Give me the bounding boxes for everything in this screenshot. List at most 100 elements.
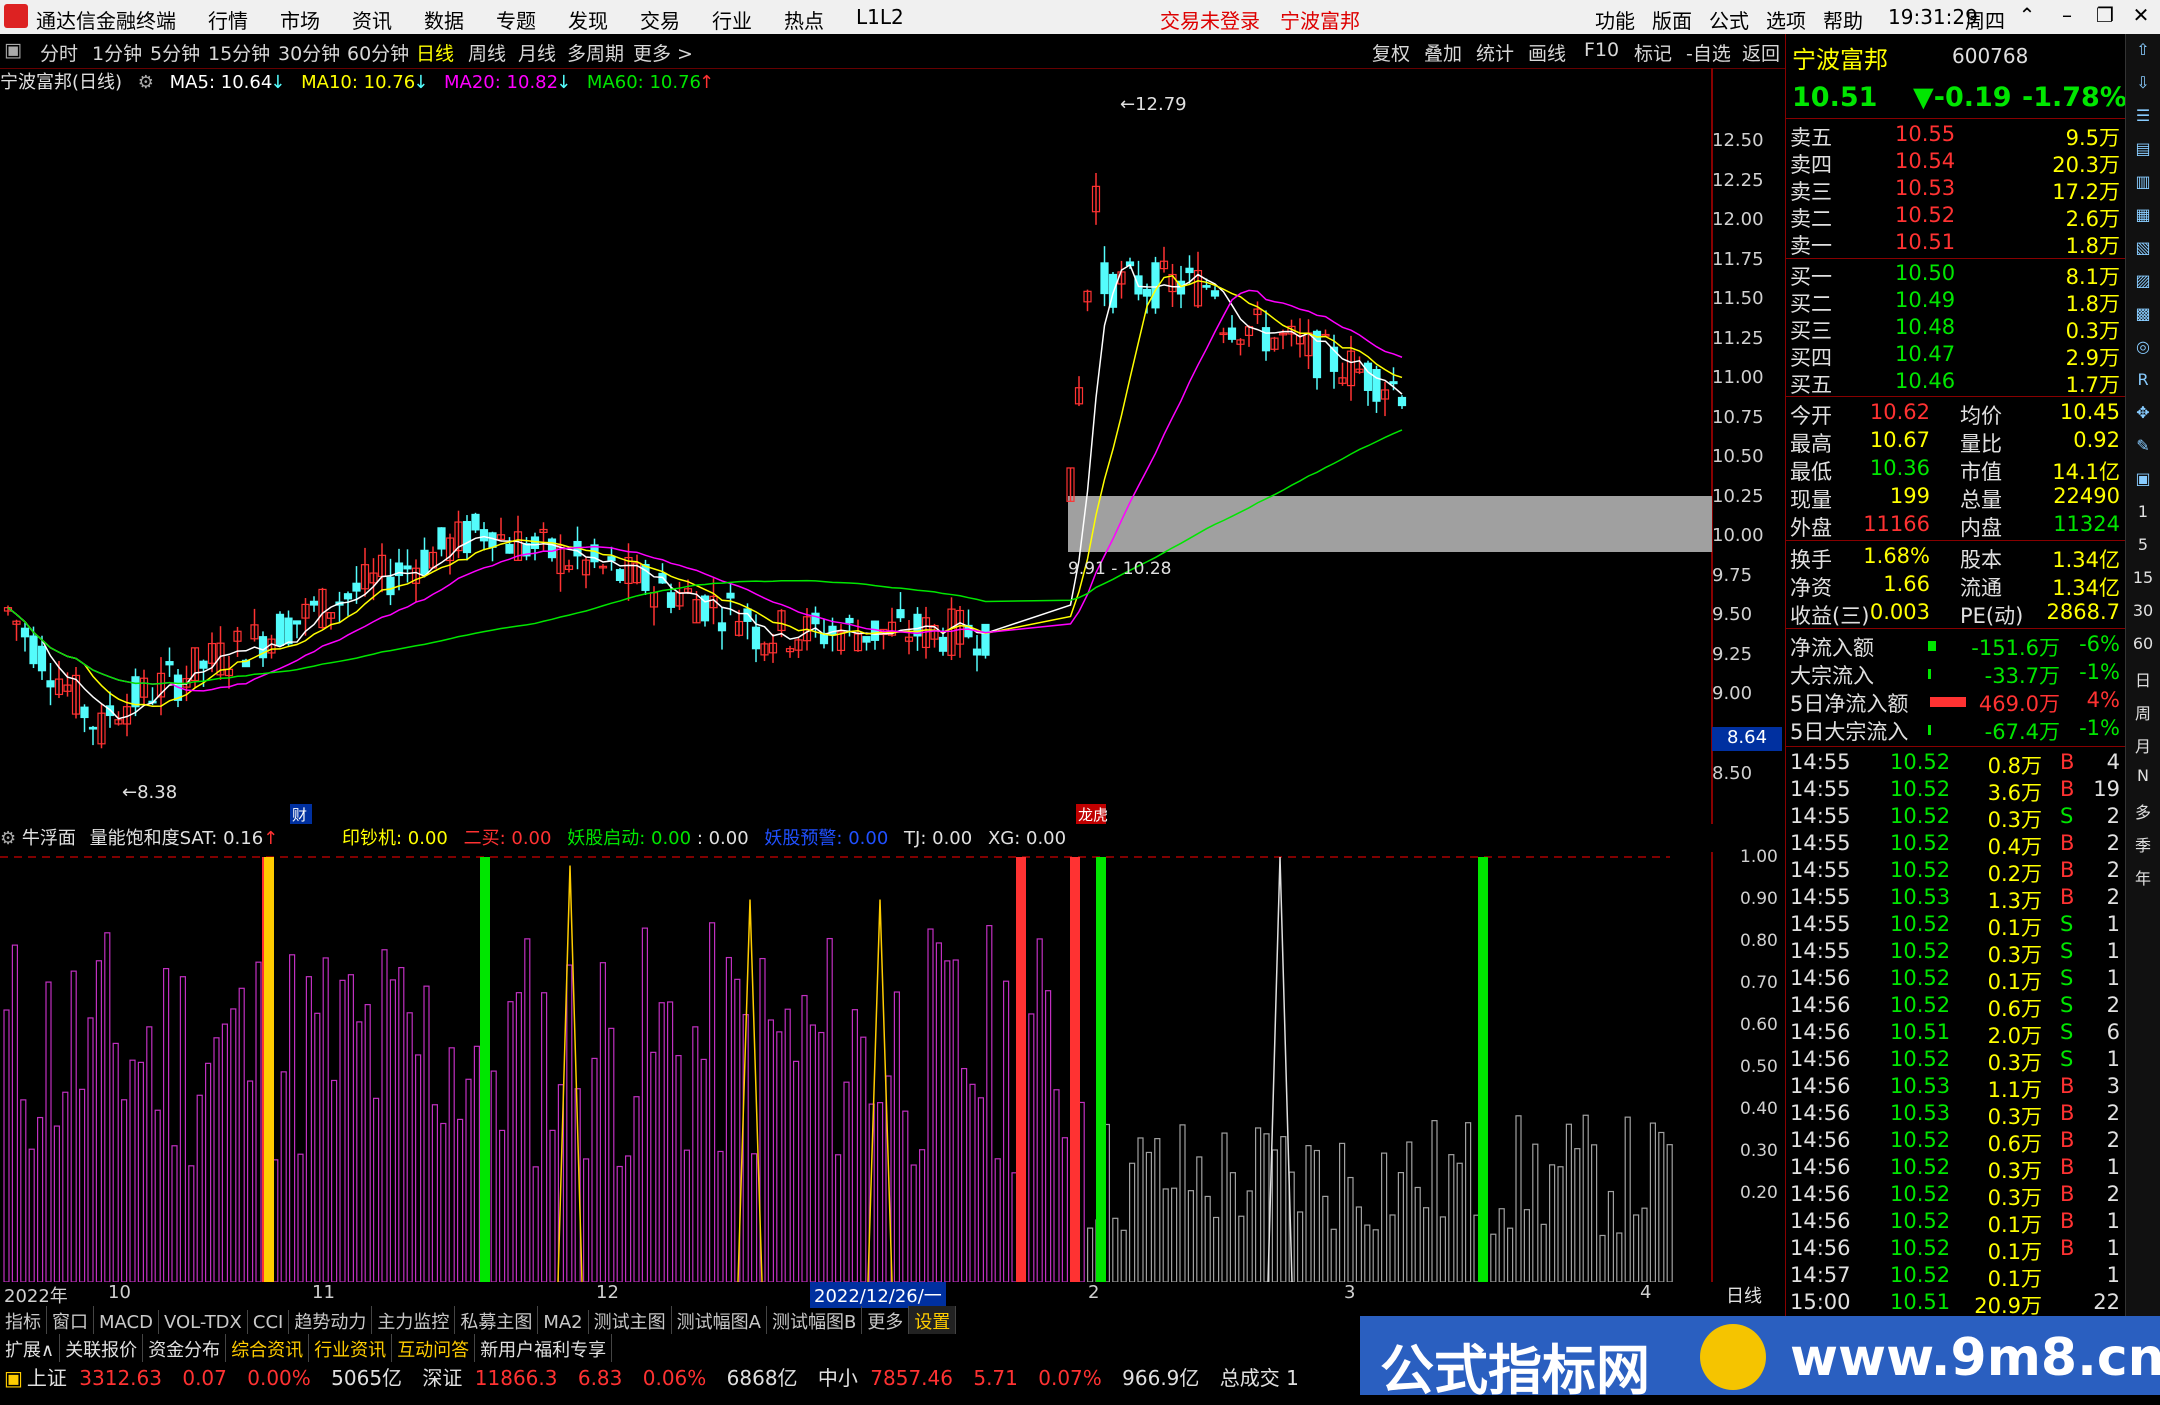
down-arrow-icon[interactable]: ⇩ [2131, 73, 2155, 97]
menu-item-banmian[interactable]: 版面 [1652, 5, 1692, 34]
fs-icon[interactable]: ▣ [2131, 469, 2155, 493]
tab-ceshi-b[interactable]: 测试幅图B [767, 1306, 863, 1336]
tool-fuquan[interactable]: 复权 [1372, 39, 1410, 66]
up-arrow-icon[interactable]: ⇧ [2131, 40, 2155, 64]
zx-label[interactable]: 中小 [818, 1366, 858, 1390]
menu-item-zixun[interactable]: 资讯 [352, 5, 392, 34]
indicator-chart[interactable] [0, 852, 1785, 1282]
period-60min[interactable]: 60分钟 [347, 39, 409, 66]
tab-ceshi-a[interactable]: 测试幅图A [672, 1306, 767, 1336]
f2-icon[interactable]: ▩ [2131, 304, 2155, 328]
tab-cci[interactable]: CCI [248, 1310, 290, 1335]
sidebar-period-14[interactable]: 1 [2131, 502, 2155, 526]
pen-icon[interactable]: ✎ [2131, 436, 2155, 460]
chevron-up-icon[interactable]: ⌃ [2012, 3, 2042, 29]
menu-item-l1l2[interactable]: L1L2 [856, 5, 904, 29]
tab-qushi[interactable]: 趋势动力 [289, 1306, 373, 1336]
sidebar-period-24[interactable]: 季 [2131, 832, 2155, 856]
menu-item-redian[interactable]: 热点 [784, 5, 824, 34]
tab-more[interactable]: 更多 [862, 1306, 910, 1336]
period-15min[interactable]: 15分钟 [208, 39, 270, 66]
close-icon[interactable]: ✕ [2126, 3, 2156, 29]
tick-cell: 14:56 [1790, 993, 1851, 1017]
circle-icon[interactable]: ◎ [2131, 337, 2155, 361]
tool-tongji[interactable]: 统计 [1476, 39, 1514, 66]
grid-icon[interactable]: ▨ [2131, 271, 2155, 295]
sidebar-period-19[interactable]: 日 [2131, 667, 2155, 691]
fin-icon[interactable]: ▧ [2131, 238, 2155, 262]
menu-item-gongneng[interactable]: 功能 [1595, 5, 1635, 34]
indicator-name[interactable]: 牛浮面 [22, 828, 76, 849]
tick-cell: 10.52 [1890, 1263, 1951, 1287]
tab-news[interactable]: 综合资讯 [226, 1334, 310, 1364]
sidebar-period-21[interactable]: 月 [2131, 733, 2155, 757]
tab-chuangkou[interactable]: 窗口 [47, 1306, 94, 1336]
ma10-value: MA10: 10.76 [301, 72, 416, 93]
period-monthly[interactable]: 月线 [518, 39, 556, 66]
tab-macd[interactable]: MACD [94, 1310, 159, 1335]
tab-qa[interactable]: 互动问答 [392, 1334, 476, 1364]
candlestick-chart[interactable]: ←12.79 ←8.38 9.91 - 10.28 财 龙虎 [0, 68, 1785, 824]
menu-item-gongshi[interactable]: 公式 [1709, 5, 1749, 34]
tab-ma2[interactable]: MA2 [538, 1310, 589, 1335]
tool-diejia[interactable]: 叠加 [1424, 39, 1462, 66]
sidebar-period-25[interactable]: 年 [2131, 865, 2155, 889]
tool-zixuan[interactable]: -自选 [1686, 39, 1731, 66]
tool-huaxian[interactable]: 画线 [1528, 39, 1566, 66]
rsi-icon[interactable]: R [2131, 370, 2155, 394]
list-icon[interactable]: ☰ [2131, 106, 2155, 130]
menu-item-jiaoyi[interactable]: 交易 [640, 5, 680, 34]
period-fenshi[interactable]: 分时 [40, 39, 78, 66]
tab-new-user[interactable]: 新用户福利专享 [475, 1334, 613, 1364]
period-more[interactable]: 更多 > [633, 39, 693, 66]
menu-item-hangye[interactable]: 行业 [712, 5, 752, 34]
tab-vol[interactable]: VOL-TDX [159, 1310, 248, 1335]
f10-icon[interactable]: ▦ [2131, 205, 2155, 229]
menu-item-bangzhu[interactable]: 帮助 [1823, 5, 1863, 34]
menu-item-hangqing[interactable]: 行情 [208, 5, 248, 34]
sidebar-period-22[interactable]: N [2131, 766, 2155, 790]
settings-gear-icon[interactable]: ⚙ [0, 828, 22, 849]
period-multi[interactable]: 多周期 [567, 39, 624, 66]
panel-toggle-icon[interactable]: ▣ [4, 39, 22, 61]
settings-gear-icon[interactable]: ⚙ [138, 72, 154, 93]
menu-item-shuju[interactable]: 数据 [424, 5, 464, 34]
tab-ceshi[interactable]: 测试主图 [589, 1306, 672, 1336]
menu-item-xuanxiang[interactable]: 选项 [1766, 5, 1806, 34]
sh-label[interactable]: 上证 [27, 1366, 67, 1390]
menu-item-faxian[interactable]: 发现 [568, 5, 608, 34]
minimize-icon[interactable]: – [2052, 3, 2082, 29]
sidebar-period-20[interactable]: 周 [2131, 700, 2155, 724]
period-5min[interactable]: 5分钟 [150, 39, 200, 66]
move-icon[interactable]: ✥ [2131, 403, 2155, 427]
indicator-bar [1044, 990, 1052, 1282]
chart-icon[interactable]: ▤ [2131, 139, 2155, 163]
sidebar-period-17[interactable]: 30 [2131, 601, 2155, 625]
sidebar-period-16[interactable]: 15 [2131, 568, 2155, 592]
tab-related-quotes[interactable]: 关联报价 [60, 1334, 144, 1364]
tab-zhuli[interactable]: 主力监控 [372, 1306, 456, 1336]
period-30min[interactable]: 30分钟 [278, 39, 340, 66]
restore-icon[interactable]: ❐ [2090, 3, 2120, 29]
tool-fanhui[interactable]: 返回 [1742, 39, 1780, 66]
indicator-bar [104, 932, 111, 1282]
sidebar-period-23[interactable]: 多 [2131, 799, 2155, 823]
tab-industry-news[interactable]: 行业资讯 [309, 1334, 393, 1364]
tool-f10[interactable]: F10 [1584, 39, 1619, 61]
candle-icon[interactable]: ▥ [2131, 172, 2155, 196]
tab-zhibiao[interactable]: 指标 [0, 1306, 47, 1336]
period-daily[interactable]: 日线 [416, 39, 454, 66]
sidebar-period-18[interactable]: 60 [2131, 634, 2155, 658]
period-weekly[interactable]: 周线 [468, 39, 506, 66]
menu-item-shichang[interactable]: 市场 [280, 5, 320, 34]
tab-simu[interactable]: 私募主图 [455, 1306, 539, 1336]
period-1min[interactable]: 1分钟 [92, 39, 142, 66]
tab-settings[interactable]: 设置 [909, 1306, 957, 1336]
tab-expand[interactable]: 扩展∧ [0, 1334, 61, 1364]
tool-biaoji[interactable]: 标记 [1634, 39, 1672, 66]
tab-fund-dist[interactable]: 资金分布 [143, 1334, 227, 1364]
menu-item-zhuanti[interactable]: 专题 [496, 5, 536, 34]
sz-label[interactable]: 深证 [422, 1366, 462, 1390]
trade-login-status[interactable]: 交易未登录 [1160, 5, 1260, 34]
sidebar-period-15[interactable]: 5 [2131, 535, 2155, 559]
